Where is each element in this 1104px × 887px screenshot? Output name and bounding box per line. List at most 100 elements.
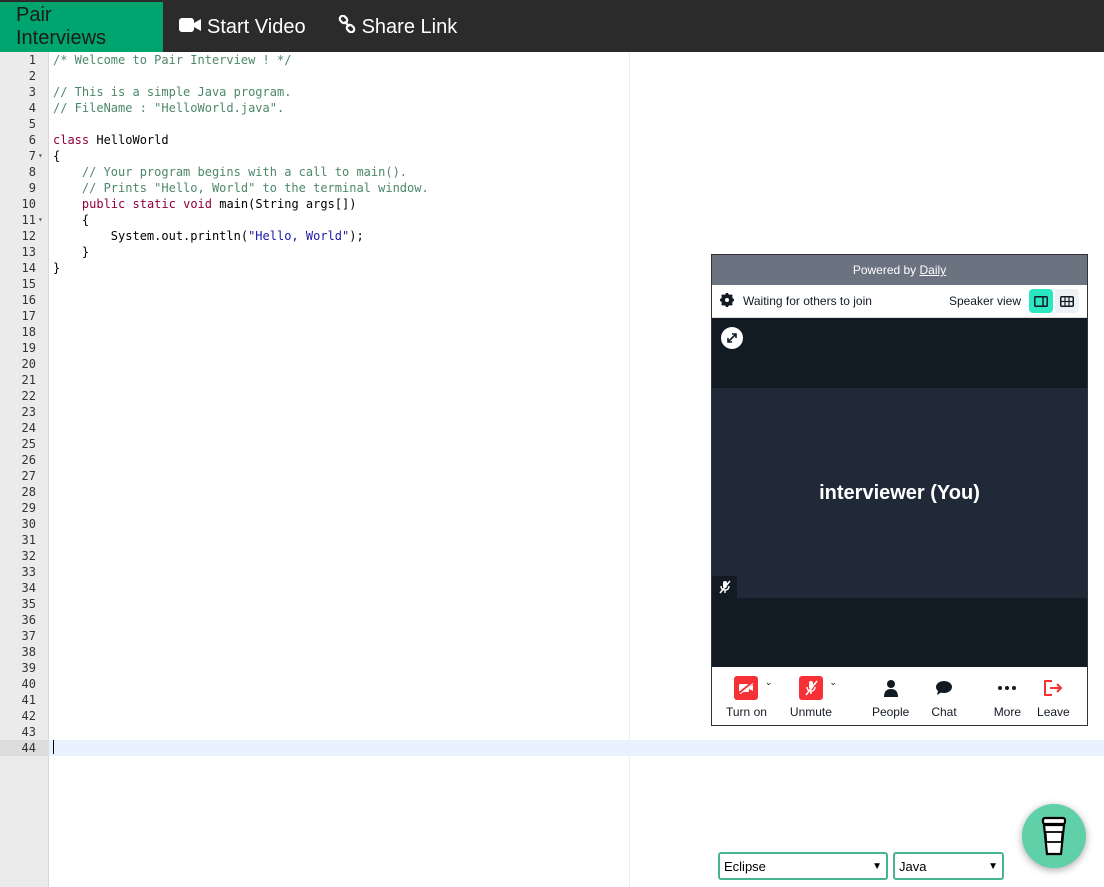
mic-off-icon <box>798 676 823 700</box>
link-icon <box>338 14 362 39</box>
code-line[interactable]: 6 class HelloWorld <box>0 132 1104 148</box>
line-number: 26 <box>21 453 36 467</box>
unmute-button[interactable]: ⌄ Unmute <box>789 675 837 719</box>
brand-title[interactable]: Pair Interviews <box>0 2 163 52</box>
code-text: class HelloWorld <box>53 133 169 147</box>
code-line[interactable]: 4 // FileName : "HelloWorld.java". <box>0 100 1104 116</box>
theme-select[interactable]: Eclipse ▼ <box>718 852 888 880</box>
code-line[interactable]: 11 ▾ { <box>0 212 1104 228</box>
fold-arrow-icon[interactable]: ▾ <box>38 148 43 164</box>
app-root: Pair Interviews Start Video Share Link 1… <box>0 0 1104 887</box>
share-link-button[interactable]: Share Link <box>322 2 474 52</box>
line-number: 20 <box>21 357 36 371</box>
language-select[interactable]: Java ▼ <box>893 852 1004 880</box>
daily-link[interactable]: Daily <box>920 263 947 277</box>
camera-toggle-button[interactable]: ⌄ Turn on <box>726 675 772 719</box>
line-number: 30 <box>21 517 36 531</box>
code-line[interactable]: 3 // This is a simple Java program. <box>0 84 1104 100</box>
code-line[interactable]: 1 /* Welcome to Pair Interview ! */ <box>0 52 1104 68</box>
line-number: 5 <box>28 117 36 131</box>
coffee-cup-icon <box>1041 816 1067 856</box>
video-call-widget: Powered by Daily Waiting for others to j… <box>711 254 1088 726</box>
code-line[interactable]: 44 <box>0 740 1104 756</box>
speaker-view-button[interactable] <box>1029 289 1053 313</box>
grid-view-icon <box>1060 295 1074 307</box>
chevron-down-icon[interactable]: ⌄ <box>829 677 837 688</box>
unmute-label: Unmute <box>789 705 832 719</box>
people-button[interactable]: People <box>872 675 909 719</box>
code-text: // Your program begins with a call to ma… <box>81 165 408 179</box>
line-number: 38 <box>21 645 36 659</box>
line-number: 18 <box>21 325 36 339</box>
line-number: 21 <box>21 373 36 387</box>
code-text: } <box>53 245 90 259</box>
more-dots-icon <box>998 675 1017 701</box>
code-text: // FileName : "HelloWorld.java". <box>53 101 285 115</box>
code-line[interactable]: 5 <box>0 116 1104 132</box>
fold-arrow-icon[interactable]: ▾ <box>38 212 43 228</box>
line-number: 24 <box>21 421 36 435</box>
line-number: 11 <box>21 213 36 227</box>
code-line[interactable]: 7 ▾ { <box>0 148 1104 164</box>
grid-view-button[interactable] <box>1055 289 1079 313</box>
code-text: /* Welcome to Pair Interview ! */ <box>53 53 292 67</box>
call-tray: ⌄ Turn on ⌄ Unmute People Chat More Leav… <box>712 667 1087 725</box>
participant-name: interviewer (You) <box>819 481 980 504</box>
muted-mic-icon <box>712 576 737 598</box>
code-line[interactable]: 8 // Your program begins with a call to … <box>0 164 1104 180</box>
line-number: 27 <box>21 469 36 483</box>
line-number: 42 <box>21 709 36 723</box>
code-line[interactable]: 10 public static void main(String args[]… <box>0 196 1104 212</box>
line-number: 13 <box>21 245 36 259</box>
chat-label: Chat <box>931 705 957 719</box>
line-number: 3 <box>28 85 36 99</box>
gear-icon[interactable] <box>720 292 734 310</box>
expand-icon[interactable] <box>721 327 743 349</box>
text-cursor <box>53 740 54 754</box>
camera-toggle-label: Turn on <box>726 705 767 719</box>
line-number: 28 <box>21 485 36 499</box>
line-number: 7 <box>28 149 36 163</box>
powered-by-banner: Powered by Daily <box>712 255 1087 285</box>
buy-me-a-coffee-button[interactable] <box>1022 804 1086 868</box>
share-link-label: Share Link <box>361 15 458 38</box>
leave-button[interactable]: Leave <box>1037 675 1070 719</box>
line-number: 31 <box>21 533 36 547</box>
line-number: 44 <box>0 740 49 756</box>
top-navbar: Pair Interviews Start Video Share Link <box>0 0 1104 52</box>
leave-icon <box>1043 675 1063 701</box>
line-number: 43 <box>21 725 36 739</box>
line-number: 34 <box>21 581 36 595</box>
code-line[interactable]: 43 <box>0 724 1104 740</box>
camera-off-icon <box>734 676 759 700</box>
line-number: 36 <box>21 613 36 627</box>
line-number: 8 <box>28 165 36 179</box>
line-number: 23 <box>21 405 36 419</box>
speaker-view-icon <box>1034 295 1048 307</box>
code-line[interactable]: 2 <box>0 68 1104 84</box>
code-text: { <box>53 149 61 163</box>
code-line[interactable]: 9 // Prints "Hello, World" to the termin… <box>0 180 1104 196</box>
line-number: 22 <box>21 389 36 403</box>
chat-button[interactable]: Chat <box>931 675 957 719</box>
more-button[interactable]: More <box>994 675 1021 719</box>
line-number: 33 <box>21 565 36 579</box>
line-number: 19 <box>21 341 36 355</box>
chevron-down-icon[interactable]: ⌄ <box>765 677 773 688</box>
chevron-down-icon: ▼ <box>988 860 998 872</box>
line-number: 9 <box>28 181 36 195</box>
line-number: 17 <box>21 309 36 323</box>
code-line[interactable]: 12 System.out.println("Hello, World"); <box>0 228 1104 244</box>
line-number: 32 <box>21 549 36 563</box>
line-number: 41 <box>21 693 36 707</box>
participant-tile: interviewer (You) <box>712 388 1087 598</box>
code-text: { <box>53 213 90 227</box>
chevron-down-icon: ▼ <box>872 860 882 872</box>
line-number: 40 <box>21 677 36 691</box>
chat-bubble-icon <box>935 675 953 701</box>
start-video-button[interactable]: Start Video <box>163 2 322 52</box>
code-text: // Prints "Hello, World" to the terminal… <box>81 181 429 195</box>
line-number: 37 <box>21 629 36 643</box>
leave-label: Leave <box>1037 705 1070 719</box>
line-number: 39 <box>21 661 36 675</box>
